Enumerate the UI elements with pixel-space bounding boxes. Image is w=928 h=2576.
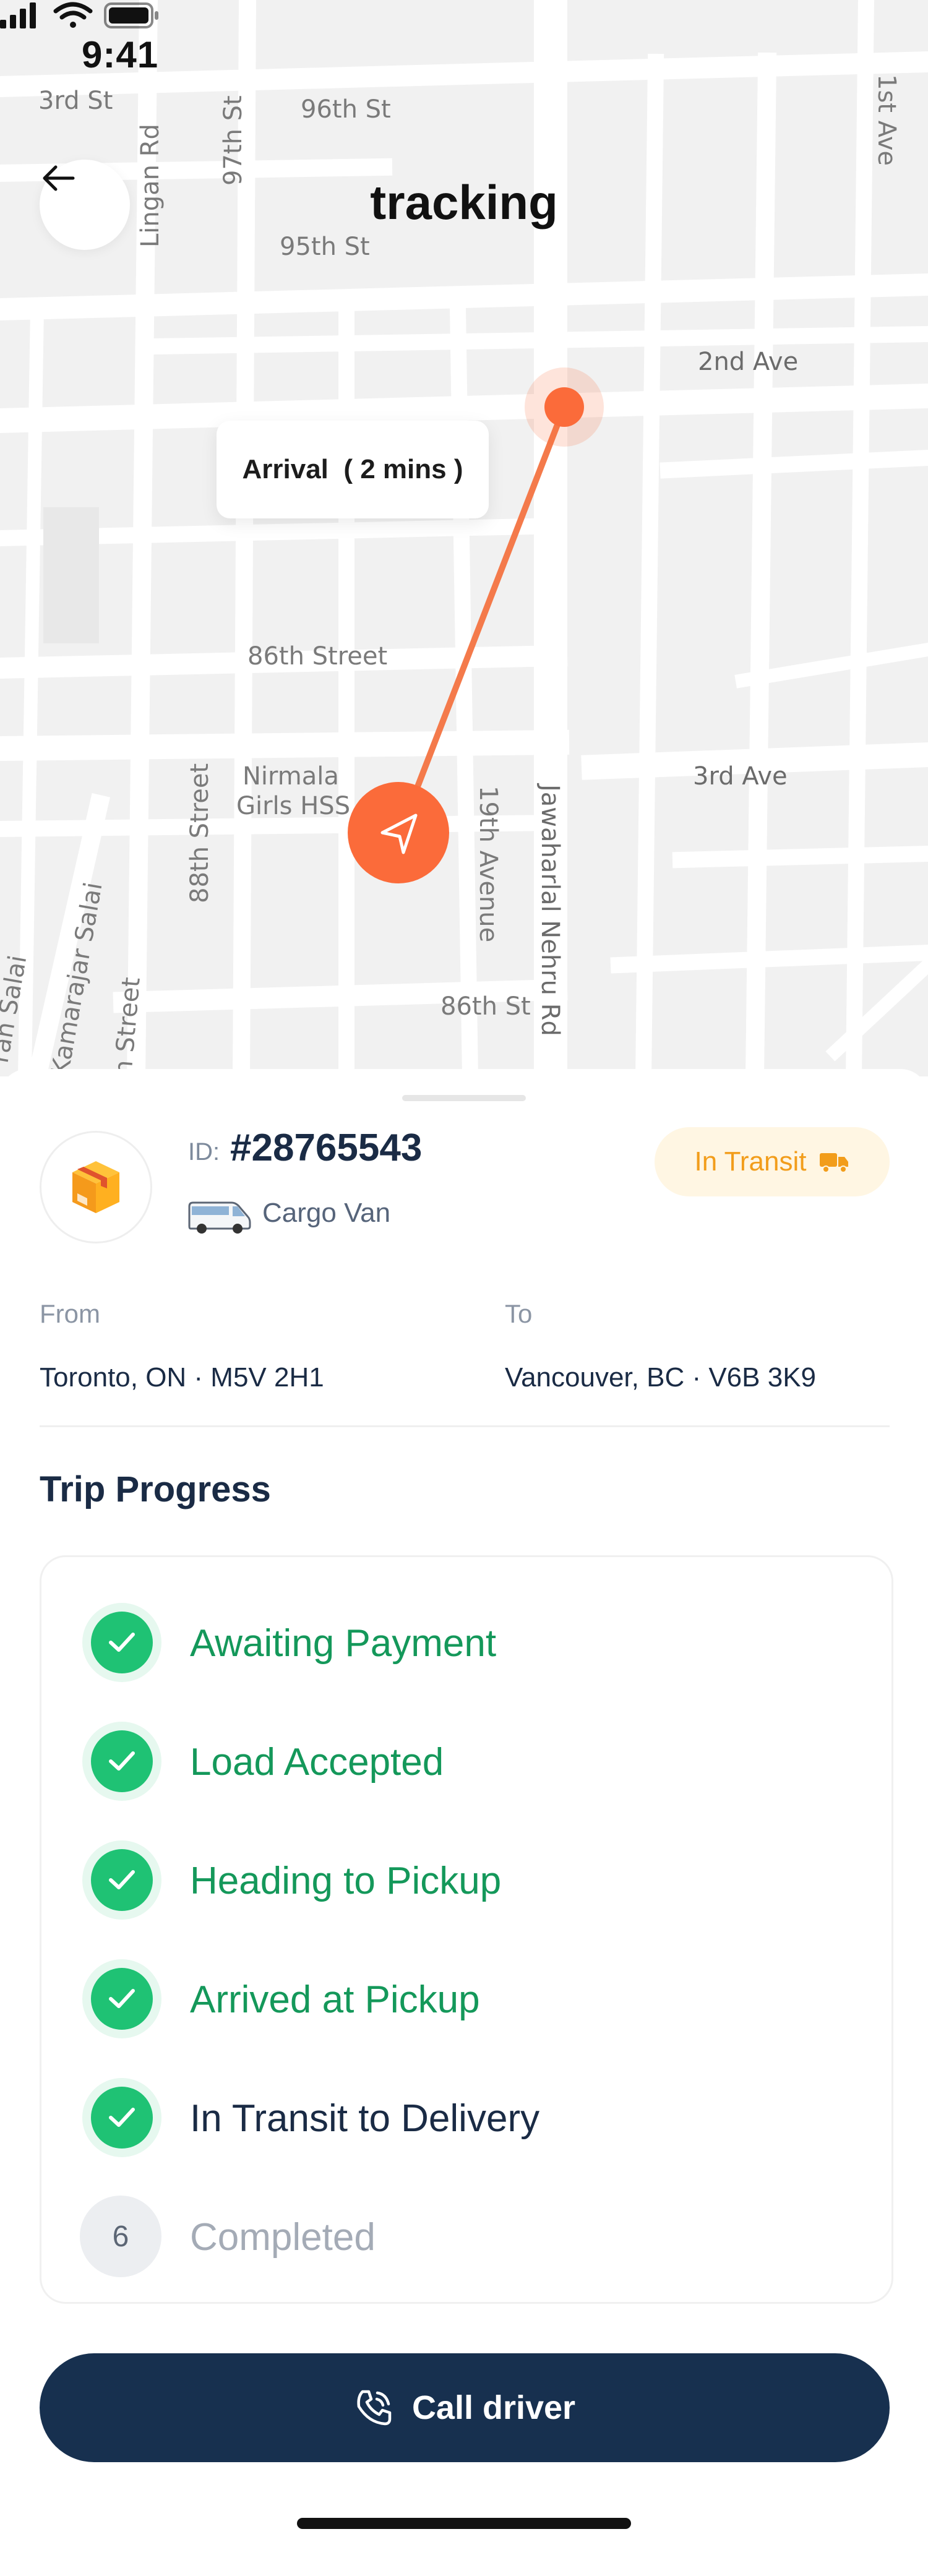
destination-marker [525, 367, 604, 447]
from-label: From [40, 1299, 100, 1328]
delivery-truck-icon [820, 1153, 849, 1173]
step-label: Heading to Pickup [190, 1860, 502, 1902]
check-icon [109, 1989, 135, 2008]
shipment-sheet: ID: #28765543 Cargo Van In Transit From … [0, 1069, 928, 2576]
arrival-eta-card: Arrival ( 2 mins ) [217, 421, 489, 518]
street-label: 3rd Ave [693, 762, 788, 791]
step-status [82, 1840, 161, 1920]
progress-step-load-accepted: Load Accepted [41, 1714, 891, 1813]
divider [40, 1425, 890, 1427]
street-label: Jawaharlal Nehru Rd [536, 783, 564, 1036]
trip-progress-card: Awaiting Payment Load Accepted Heading t… [40, 1555, 893, 2304]
package-avatar [40, 1131, 152, 1243]
sheet-grabber[interactable] [402, 1095, 526, 1101]
check-icon [109, 1633, 135, 1652]
street-label: 95th St [280, 233, 370, 261]
map-view[interactable]: 3rd St 96th St 97th St Lingan Rd 95th St… [0, 0, 928, 1076]
trip-progress-title: Trip Progress [40, 1469, 271, 1509]
progress-step-heading-to-pickup: Heading to Pickup [41, 1833, 891, 1932]
driver-navigation-icon [348, 782, 449, 883]
map-poi-label: Nirmala [243, 762, 339, 791]
step-status [82, 2078, 161, 2157]
street-label: 2nd Ave [698, 348, 798, 376]
street-map: 3rd St 96th St 97th St Lingan Rd 95th St… [0, 0, 928, 1076]
vehicle-type: Cargo Van [262, 1198, 391, 1228]
cargo-van-icon [188, 1201, 251, 1234]
progress-step-arrived-at-pickup: Arrived at Pickup [41, 1952, 891, 2051]
to-label: To [505, 1299, 533, 1328]
check-icon [109, 1751, 135, 1771]
step-number: 6 [80, 2196, 161, 2277]
phone-icon [357, 2390, 392, 2426]
page-title: tracking [370, 175, 558, 230]
street-label: 1st Ave [872, 74, 901, 166]
step-status [82, 1603, 161, 1682]
progress-step-awaiting-payment: Awaiting Payment [41, 1595, 891, 1694]
check-icon [109, 2108, 135, 2127]
street-label: 97th St [219, 95, 247, 186]
map-poi-label: Girls HSS [236, 792, 350, 820]
wifi-icon [53, 2, 93, 28]
status-time: 9:41 [82, 34, 159, 75]
step-status [82, 1959, 161, 2038]
shipment-id: #28765543 [230, 1127, 423, 1169]
battery-icon [104, 2, 158, 28]
origin-address: Toronto, ON · M5V 2H1 [40, 1362, 324, 1393]
street-label: 96th St [301, 95, 391, 124]
check-icon [109, 1870, 135, 1889]
step-label: Load Accepted [190, 1741, 444, 1784]
arrival-label: Arrival ( 2 mins ) [242, 454, 463, 484]
shipment-id-prefix: ID: [188, 1138, 220, 1166]
package-box-icon [72, 1161, 119, 1213]
home-indicator [297, 2518, 631, 2529]
status-icons [0, 2, 158, 28]
street-label: 3rd St [38, 87, 113, 115]
street-label: 86th St [440, 992, 531, 1021]
destination-address: Vancouver, BC · V6B 3K9 [505, 1362, 817, 1393]
step-label: In Transit to Delivery [190, 2097, 540, 2140]
step-label: Awaiting Payment [190, 1622, 497, 1665]
status-badge: In Transit [655, 1127, 890, 1196]
call-driver-label: Call driver [411, 2389, 576, 2426]
progress-step-in-transit: In Transit to Delivery [41, 2071, 891, 2170]
step-label: Completed [190, 2216, 376, 2259]
call-driver-button[interactable]: Call driver [40, 2353, 890, 2462]
step-status [82, 1722, 161, 1801]
street-label: 88th Street [186, 763, 214, 903]
step-label: Arrived at Pickup [190, 1978, 480, 2021]
signal-icon [0, 2, 36, 28]
street-label: 19th Avenue [474, 786, 502, 942]
status-badge-label: In Transit [694, 1146, 807, 1177]
street-label: 86th Street [247, 642, 387, 671]
progress-step-completed: 6 Completed [41, 2189, 891, 2288]
